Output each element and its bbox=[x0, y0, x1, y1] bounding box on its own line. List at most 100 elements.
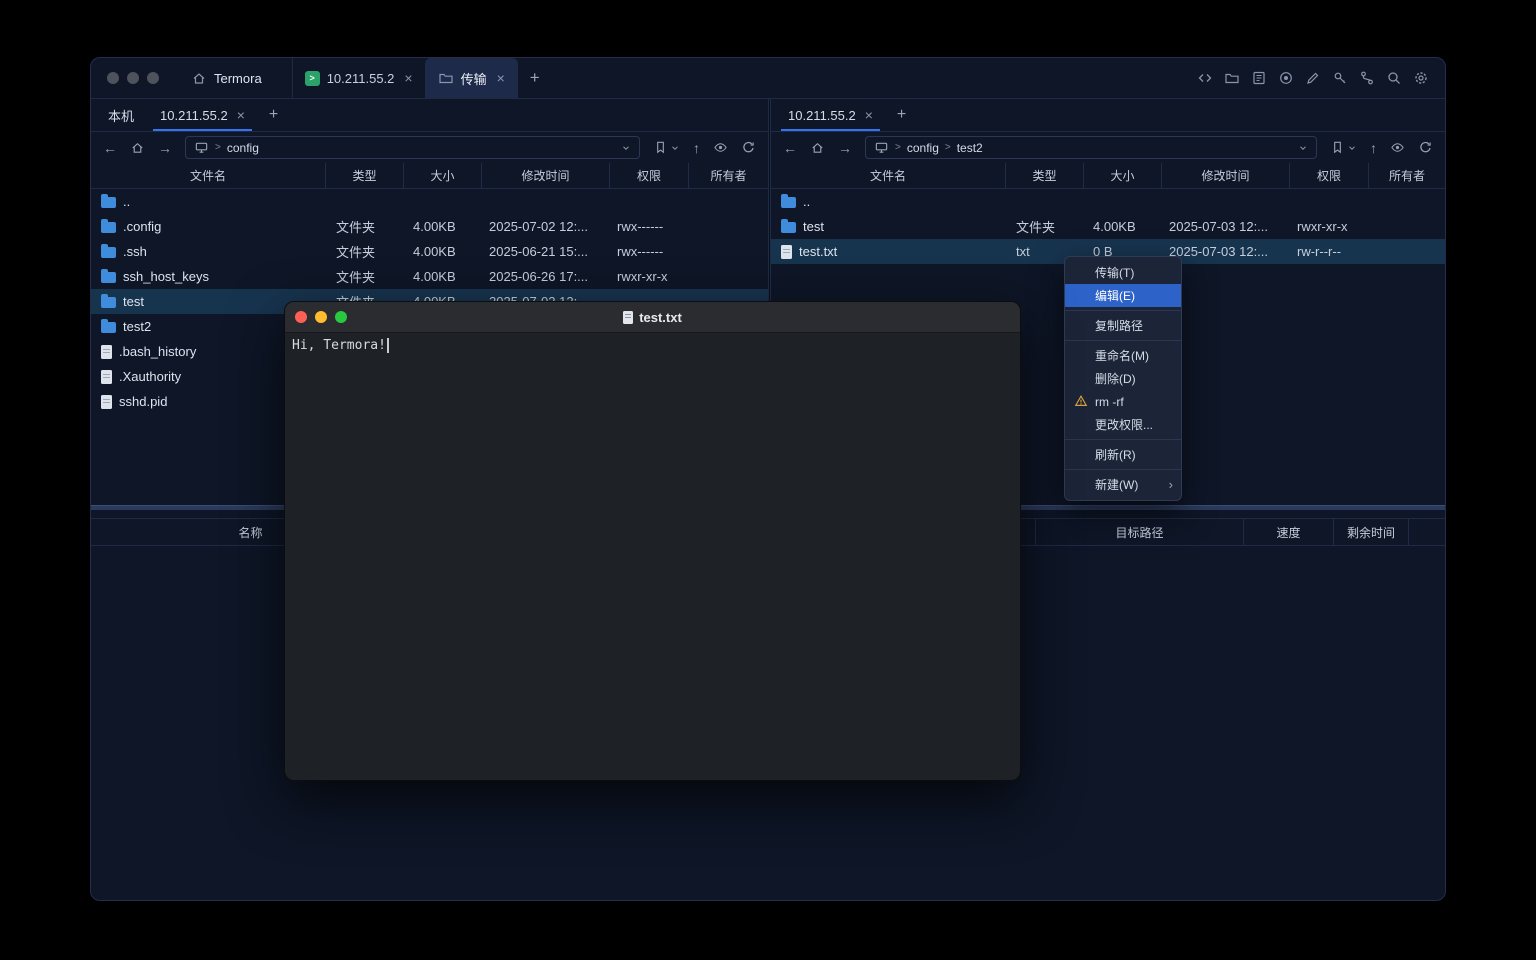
close-tab-icon[interactable]: × bbox=[237, 108, 245, 122]
column-header-owner[interactable]: 所有者 bbox=[689, 163, 768, 188]
file-name: sshd.pid bbox=[119, 394, 167, 409]
forward-button[interactable]: → bbox=[838, 141, 852, 155]
record-icon[interactable] bbox=[1278, 70, 1294, 86]
breadcrumb-item[interactable]: config bbox=[907, 141, 939, 155]
back-button[interactable]: ← bbox=[103, 141, 117, 155]
breadcrumb-item[interactable]: config bbox=[227, 141, 259, 155]
column-header-name[interactable]: 文件名 bbox=[91, 163, 326, 188]
editor-content[interactable]: Hi, Termora! bbox=[285, 333, 1020, 780]
refresh-icon[interactable] bbox=[741, 140, 756, 155]
chevron-down-icon[interactable] bbox=[1298, 143, 1308, 153]
folder-icon bbox=[101, 222, 116, 233]
eye-icon[interactable] bbox=[713, 140, 728, 155]
gear-icon[interactable] bbox=[1413, 70, 1429, 86]
breadcrumb-item[interactable]: test2 bbox=[957, 141, 983, 155]
search-icon[interactable] bbox=[1386, 70, 1402, 86]
column-header-perm[interactable]: 权限 bbox=[610, 163, 689, 188]
file-name: test.txt bbox=[799, 244, 837, 259]
tab-remote-host[interactable]: 10.211.55.2 × bbox=[775, 99, 886, 131]
zoom-window-button[interactable] bbox=[147, 72, 159, 84]
file-type: 文件夹 bbox=[1006, 217, 1084, 236]
menu-item-refresh[interactable]: 刷新(R) bbox=[1065, 443, 1181, 466]
home-tab[interactable]: Termora bbox=[177, 58, 276, 98]
path-breadcrumb[interactable]: > config > test2 bbox=[865, 136, 1317, 159]
minimize-window-button[interactable] bbox=[315, 311, 327, 323]
column-header-type[interactable]: 类型 bbox=[1006, 163, 1084, 188]
menu-item-label: 新建(W) bbox=[1095, 476, 1138, 493]
close-tab-icon[interactable]: × bbox=[865, 108, 873, 122]
home-icon bbox=[191, 70, 207, 86]
menu-item-change-permissions[interactable]: 更改权限... bbox=[1065, 413, 1181, 436]
tab-transfer[interactable]: 传输 × bbox=[425, 58, 518, 98]
tab-host-session[interactable]: > 10.211.55.2 × bbox=[292, 58, 425, 98]
file-name: .Xauthority bbox=[119, 369, 181, 384]
parent-directory-button[interactable]: ↑ bbox=[693, 141, 700, 155]
column-header-target-path[interactable]: 目标路径 bbox=[1036, 519, 1244, 545]
close-tab-icon[interactable]: × bbox=[404, 71, 412, 85]
bookmark-button[interactable] bbox=[1330, 140, 1357, 155]
tab-local[interactable]: 本机 bbox=[95, 99, 147, 131]
file-name: .bash_history bbox=[119, 344, 196, 359]
eye-icon[interactable] bbox=[1390, 140, 1405, 155]
menu-item-edit[interactable]: 编辑(E) bbox=[1065, 284, 1181, 307]
close-window-button[interactable] bbox=[107, 72, 119, 84]
editor-titlebar[interactable]: test.txt bbox=[285, 302, 1020, 333]
menu-item-rm-rf[interactable]: rm -rf bbox=[1065, 390, 1181, 413]
pencil-icon[interactable] bbox=[1305, 70, 1321, 86]
back-button[interactable]: ← bbox=[783, 141, 797, 155]
file-row[interactable]: .. bbox=[771, 189, 1445, 214]
file-size: 4.00KB bbox=[1084, 219, 1162, 234]
file-row[interactable]: .config 文件夹 4.00KB 2025-07-02 12:... rwx… bbox=[91, 214, 768, 239]
column-header-perm[interactable]: 权限 bbox=[1290, 163, 1369, 188]
file-row[interactable]: ssh_host_keys 文件夹 4.00KB 2025-06-26 17:.… bbox=[91, 264, 768, 289]
refresh-icon[interactable] bbox=[1418, 140, 1433, 155]
column-header-mtime[interactable]: 修改时间 bbox=[482, 163, 610, 188]
minimize-window-button[interactable] bbox=[127, 72, 139, 84]
forward-button[interactable]: → bbox=[158, 141, 172, 155]
code-icon[interactable] bbox=[1197, 70, 1213, 86]
file-mtime: 2025-07-03 12:... bbox=[1162, 244, 1290, 259]
new-tab-button[interactable]: + bbox=[518, 58, 552, 98]
file-row[interactable]: .. bbox=[91, 189, 768, 214]
column-header-size[interactable]: 大小 bbox=[1084, 163, 1162, 188]
editor-title-text: test.txt bbox=[639, 310, 682, 325]
file-name: .. bbox=[123, 194, 130, 209]
home-directory-button[interactable] bbox=[810, 140, 825, 155]
branch-icon[interactable] bbox=[1359, 70, 1375, 86]
menu-item-delete[interactable]: 删除(D) bbox=[1065, 367, 1181, 390]
key-icon[interactable] bbox=[1332, 70, 1348, 86]
column-header-type[interactable]: 类型 bbox=[326, 163, 404, 188]
close-tab-icon[interactable]: × bbox=[497, 71, 505, 85]
path-breadcrumb[interactable]: > config bbox=[185, 136, 640, 159]
file-row[interactable]: .ssh 文件夹 4.00KB 2025-06-21 15:... rwx---… bbox=[91, 239, 768, 264]
column-header-name[interactable]: 文件名 bbox=[771, 163, 1006, 188]
parent-directory-button[interactable]: ↑ bbox=[1370, 141, 1377, 155]
zoom-window-button[interactable] bbox=[335, 311, 347, 323]
column-header-size[interactable]: 大小 bbox=[404, 163, 482, 188]
right-panel-toolbar: ← → > config > test2 bbox=[771, 132, 1445, 163]
file-icon bbox=[781, 245, 792, 259]
menu-item-new[interactable]: 新建(W) › bbox=[1065, 473, 1181, 496]
close-window-button[interactable] bbox=[295, 311, 307, 323]
column-header-mtime[interactable]: 修改时间 bbox=[1162, 163, 1290, 188]
new-panel-tab-button[interactable]: + bbox=[886, 99, 917, 131]
menu-item-rename[interactable]: 重命名(M) bbox=[1065, 344, 1181, 367]
column-header-speed[interactable]: 速度 bbox=[1244, 519, 1334, 545]
file-row[interactable]: test 文件夹 4.00KB 2025-07-03 12:... rwxr-x… bbox=[771, 214, 1445, 239]
column-header-remaining-time[interactable]: 剩余时间 bbox=[1334, 519, 1409, 545]
chevron-down-icon[interactable] bbox=[621, 143, 631, 153]
log-icon[interactable] bbox=[1251, 70, 1267, 86]
folder-icon bbox=[438, 70, 454, 86]
menu-item-transfer[interactable]: 传输(T) bbox=[1065, 261, 1181, 284]
tab-remote-host[interactable]: 10.211.55.2 × bbox=[147, 99, 258, 131]
bookmark-button[interactable] bbox=[653, 140, 680, 155]
folder-icon[interactable] bbox=[1224, 70, 1240, 86]
new-panel-tab-button[interactable]: + bbox=[258, 99, 289, 131]
file-name: ssh_host_keys bbox=[123, 269, 209, 284]
home-tab-label: Termora bbox=[214, 71, 262, 86]
menu-item-copy-path[interactable]: 复制路径 bbox=[1065, 314, 1181, 337]
folder-icon bbox=[781, 222, 796, 233]
home-directory-button[interactable] bbox=[130, 140, 145, 155]
column-header-owner[interactable]: 所有者 bbox=[1369, 163, 1445, 188]
file-name: test2 bbox=[123, 319, 151, 334]
